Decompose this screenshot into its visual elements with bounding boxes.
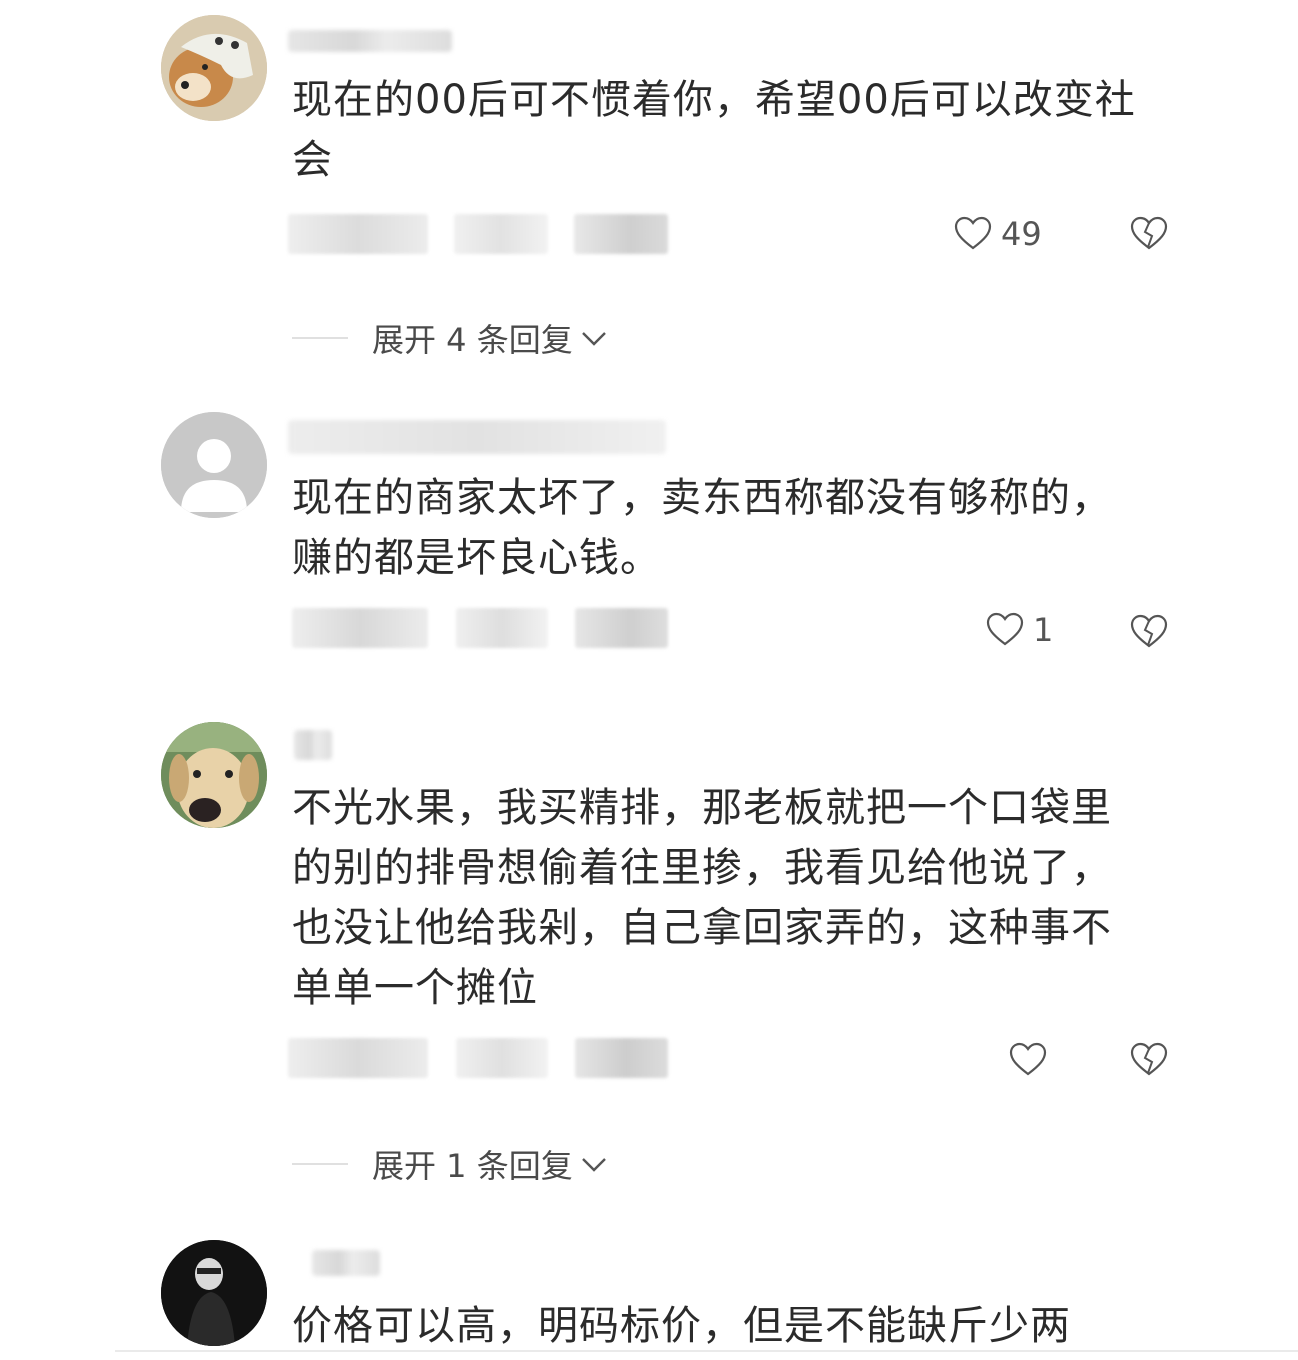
comment-text: 现在的商家太坏了，卖东西称都没有够称的，赚的都是坏良心钱。: [292, 475, 1112, 581]
like-count: 49: [1001, 215, 1042, 253]
expand-replies-button[interactable]: 展开 4 条回复: [292, 316, 609, 360]
user-avatar[interactable]: [161, 412, 267, 518]
shiba-dog-avatar-icon: [161, 15, 267, 121]
dog-avatar-icon: [161, 722, 267, 828]
expand-replies-label: 展开 4 条回复: [372, 321, 573, 359]
username-blurred: [288, 420, 666, 454]
user-avatar[interactable]: [161, 722, 267, 828]
like-button[interactable]: 1: [985, 608, 1053, 652]
comment-text: 现在的00后可不惯着你，希望00后可以改变社会: [292, 77, 1136, 183]
chevron-down-icon: [581, 1158, 606, 1172]
comment-text: 价格可以高，明码标价，但是不能缺斤少两: [292, 1303, 1071, 1349]
user-avatar[interactable]: [161, 15, 267, 121]
like-count: 1: [1033, 611, 1054, 649]
heart-icon: [954, 216, 992, 250]
expand-replies-label: 展开 1 条回复: [372, 1147, 573, 1185]
dark-portrait-avatar-icon: [161, 1240, 267, 1346]
expand-replies-button[interactable]: 展开 1 条回复: [292, 1142, 609, 1186]
comments-screen: { "comments": [ { "text": "现在的00后可不惯着你，希…: [0, 0, 1298, 1360]
heart-icon: [986, 612, 1024, 646]
username-blurred: [294, 730, 332, 760]
broken-heart-icon[interactable]: [1129, 612, 1169, 652]
divider: [292, 337, 348, 339]
comment-text: 不光水果，我买精排，那老板就把一个口袋里的别的排骨想偷着往里掺，我看见给他说了，…: [292, 785, 1112, 1011]
divider: [115, 1350, 1298, 1352]
divider: [292, 1163, 348, 1165]
comment-meta: [288, 608, 688, 652]
default-user-avatar-icon: [161, 412, 267, 518]
comment-meta: [288, 1038, 688, 1082]
heart-icon: [1009, 1042, 1047, 1076]
broken-heart-icon[interactable]: [1129, 1040, 1169, 1080]
comment-meta: [288, 214, 688, 258]
broken-heart-icon[interactable]: [1129, 214, 1169, 254]
user-avatar[interactable]: [161, 1240, 267, 1346]
like-button[interactable]: [1008, 1038, 1056, 1082]
chevron-down-icon: [581, 332, 606, 346]
username-blurred: [288, 30, 452, 52]
like-button[interactable]: 49: [953, 212, 1042, 256]
username-blurred: [312, 1250, 380, 1276]
